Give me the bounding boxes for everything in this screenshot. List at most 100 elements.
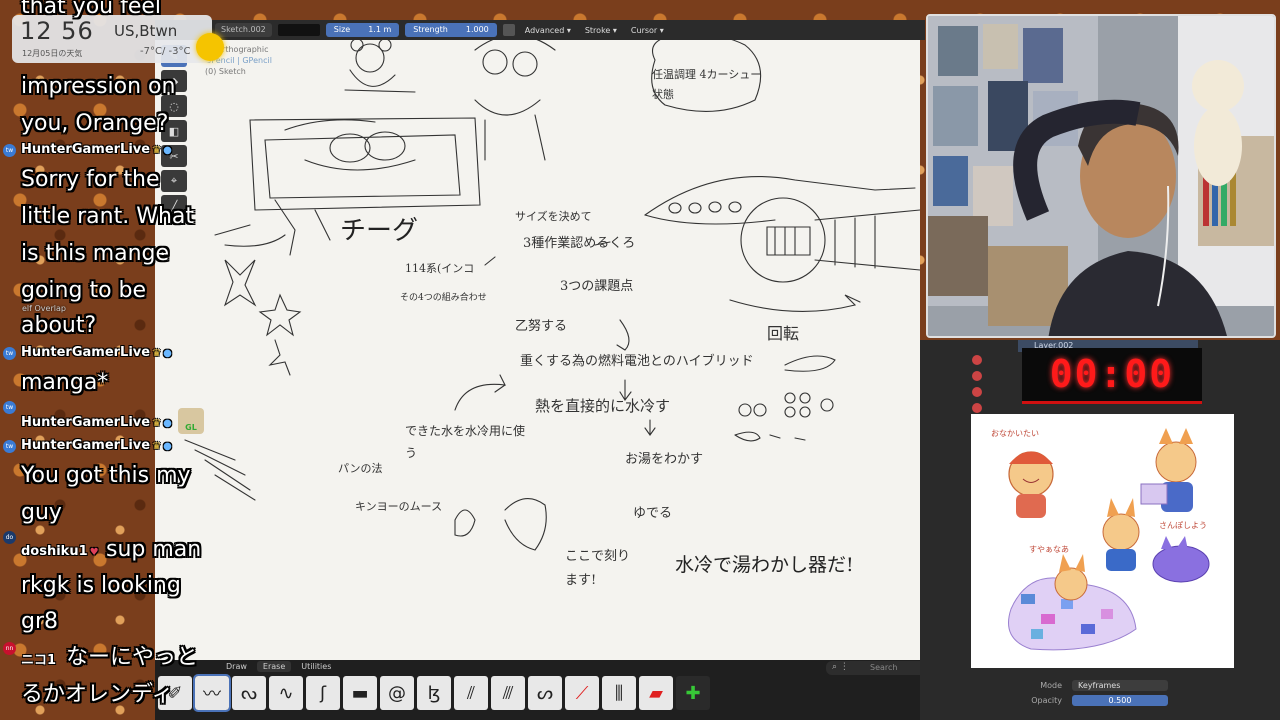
opacity-label: Opacity [1031, 696, 1062, 705]
chat-message-text: rkgk is looking [21, 573, 181, 598]
tab-erase[interactable]: Erase [256, 661, 292, 672]
note-cook: ゆでる [633, 506, 673, 521]
chat-username: HunterGamerLive ♛ ● [21, 345, 172, 360]
onion-skin-settings: Mode Keyframes Opacity 0.500 [1030, 678, 1168, 708]
chat-message-text: going to be [21, 278, 147, 303]
chat-message-text: about? [21, 313, 97, 338]
brush-airbrush-icon[interactable]: ʃ [306, 676, 340, 710]
brush-pen-icon[interactable]: ∿ [269, 676, 303, 710]
note-combo: その4つの組み合わせ [400, 293, 487, 303]
chat-message-text: is this mange [21, 241, 170, 266]
note-solve: 乙努する [515, 319, 568, 334]
object-tab-icon[interactable] [972, 387, 982, 397]
brush-scribble-icon[interactable]: ⫼ [602, 676, 636, 710]
brush-add-icon[interactable]: ✚ [676, 676, 710, 710]
chat-message-text: little rant. What [21, 204, 195, 229]
heart-badge-icon: ♥ [89, 547, 99, 558]
crown-badge-icon: ♛ [152, 441, 162, 452]
ref-label-sleep: すやぁなあ [1029, 545, 1069, 554]
ref-label-walk: さんぽしよう [1159, 521, 1207, 530]
grease-pencil-canvas[interactable]: サイズを決めて 3種作業認めるくろ 114系(インコ その4つの組み合わせ 3つ… [155, 20, 920, 675]
brush-chisel-icon[interactable]: ▬ [343, 676, 377, 710]
crown-badge-icon: ♛ [152, 145, 162, 156]
crown-badge-icon: ♛ [152, 418, 162, 429]
chat-message-text: guy [21, 500, 62, 525]
chat-message-text: Sorry for the [21, 167, 160, 192]
note-114: 114系(インコ [405, 262, 475, 275]
chat-message-text: you, Orange? [21, 111, 169, 136]
brush-hatch-icon[interactable]: ⫻ [491, 676, 525, 710]
note-rotate: 回転 [767, 324, 800, 343]
brush-sketch-icon[interactable]: ɮ [417, 676, 451, 710]
brush-charcoal-icon[interactable]: ⫽ [454, 676, 488, 710]
properties-tabs [972, 355, 982, 413]
brush-loop-icon[interactable]: @ [380, 676, 414, 710]
crown-badge-icon: ♛ [152, 348, 162, 359]
chat-message-text: You got this my [21, 463, 191, 488]
brush-list: ✐ 〰 ᔓ ∿ ʃ ▬ @ ɮ ⫽ ⫻ ᔕ ⟋ ⫼ ▰ ✚ [158, 674, 710, 712]
note-issues: 3つの課題点 [560, 279, 634, 294]
sub-badge-icon: ● [163, 441, 172, 452]
color-swatch[interactable] [277, 24, 320, 36]
stream-timer: 00:00 [1022, 348, 1202, 404]
note-water: できた水を水冷用に使う [405, 424, 526, 460]
platform-icon: nn [3, 642, 16, 655]
chat-username: doshiku1 ♥ [21, 544, 99, 559]
chat-message-text: manga* [21, 370, 109, 395]
chat-message-text: gr8 [21, 609, 59, 634]
note-here: ここで刻ります! [565, 549, 631, 588]
stroke-dropdown[interactable]: Stroke [581, 26, 621, 35]
search-icon: ⌕ ⋮ [832, 662, 849, 672]
note-hybrid: 重くする為の燃料電池とのハイブリッド [520, 354, 754, 369]
render-tab-icon[interactable] [972, 371, 982, 381]
note-mousse: キンヨーのムース [355, 500, 443, 513]
note-heat: 熱を直接的に水冷す [535, 397, 671, 415]
chat-message-text: impression on [21, 74, 176, 99]
emote-icon: GL [178, 408, 204, 434]
strength-field[interactable]: Strength 1.000 [405, 23, 497, 37]
tool-tab-icon[interactable] [972, 355, 982, 365]
advanced-dropdown[interactable]: Advanced [521, 26, 575, 35]
tab-utilities[interactable]: Utilities [295, 661, 337, 672]
chat-message-text: なーにやっと [66, 645, 199, 670]
note-temp: 任温調理 4カーシュー状態 [652, 68, 762, 101]
brush-search-input[interactable]: ⌕ ⋮ Search [826, 661, 926, 675]
mode-label: Mode [1040, 681, 1062, 690]
cursor-dropdown[interactable]: Cursor [627, 26, 668, 35]
modifier-tab-icon[interactable] [972, 403, 982, 413]
platform-icon: tw [3, 440, 16, 453]
note-work: 3種作業認めるくろ [523, 236, 636, 251]
chat-username: ニコ1 [21, 653, 57, 668]
chat-message-text: that you feel [21, 0, 162, 19]
platform-icon: tw [3, 144, 16, 157]
chat-message-text: るかオレンディ [21, 682, 174, 707]
sub-badge-icon: ● [163, 418, 172, 429]
platform-icon: tw [3, 401, 16, 414]
note-boil: お湯をわかす [625, 452, 704, 467]
opacity-slider[interactable]: 0.500 [1072, 695, 1168, 706]
note-size: サイズを決めて [515, 210, 592, 223]
platform-icon: do [3, 531, 16, 544]
pressure-icon[interactable] [502, 24, 515, 36]
note-kettle: 水冷で湯わかし器だ! [675, 554, 854, 576]
note-bread: パンの法 [338, 462, 383, 475]
webcam-image [928, 16, 1274, 336]
chat-message-text: sup man [106, 537, 202, 562]
stream-chat: that you feel impression on you, Orange?… [0, 0, 230, 720]
size-field[interactable]: Size 1.1 m [325, 23, 400, 37]
reference-illustration: おなかいたい さんぽしよう すやぁなあ [971, 414, 1234, 668]
sub-badge-icon: ● [163, 348, 172, 359]
chat-username: HunterGamerLive ♛ ● [21, 415, 172, 430]
brush-red-pen-icon[interactable]: ⟋ [565, 676, 599, 710]
chat-username: HunterGamerLive ♛ ● [21, 438, 172, 453]
mode-dropdown[interactable]: Keyframes [1072, 680, 1168, 691]
reference-drawing [1008, 428, 1210, 651]
brush-red-fill-icon[interactable]: ▰ [639, 676, 673, 710]
chat-username: HunterGamerLive ♛ ● [21, 142, 172, 157]
sub-badge-icon: ● [163, 145, 172, 156]
viewport-header: Sketch.002 Size 1.1 m Strength 1.000 Advan… [155, 20, 925, 40]
brush-curve-icon[interactable]: ᔕ [528, 676, 562, 710]
brush-marker-icon[interactable]: ᔓ [232, 676, 266, 710]
webcam-feed [926, 14, 1276, 338]
asset-shelf-tabs: Draw Erase Utilities [220, 661, 337, 672]
